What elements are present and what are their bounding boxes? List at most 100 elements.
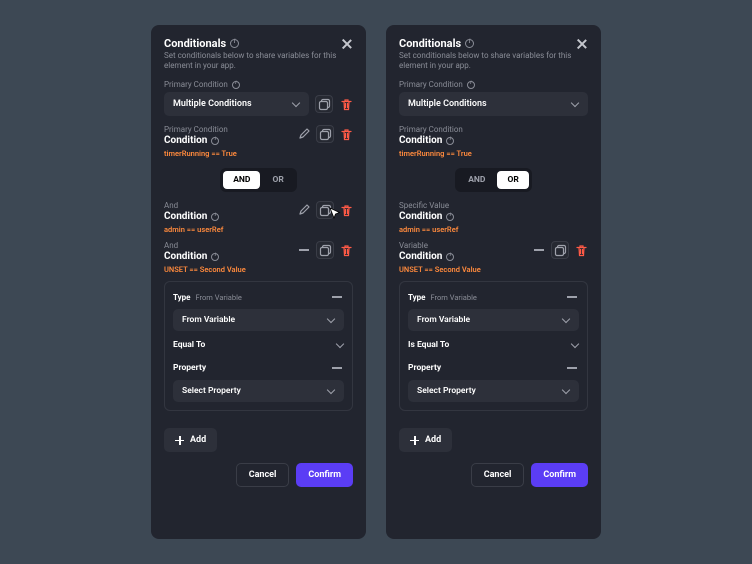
condition-block: And Condition UNSET == Second Value Type… bbox=[164, 241, 353, 411]
info-icon[interactable] bbox=[211, 213, 219, 221]
cancel-button[interactable]: Cancel bbox=[471, 463, 525, 487]
type-select[interactable]: From Variable bbox=[408, 309, 579, 331]
primary-condition-row: Multiple Conditions bbox=[164, 92, 353, 116]
chevron-down-icon bbox=[571, 341, 579, 349]
condition-label: Primary Condition bbox=[164, 125, 291, 134]
info-icon[interactable] bbox=[465, 39, 474, 48]
panel-subtitle: Set conditionals below to share variable… bbox=[399, 51, 588, 71]
delete-button[interactable] bbox=[339, 127, 353, 141]
logic-toggle: AND OR bbox=[399, 168, 588, 192]
delete-button[interactable] bbox=[574, 243, 588, 257]
info-icon[interactable] bbox=[467, 81, 475, 89]
property-select[interactable]: Select Property bbox=[173, 380, 344, 402]
close-icon[interactable] bbox=[341, 38, 353, 50]
logic-pill-group: AND OR bbox=[455, 168, 532, 192]
condition-expression: admin == userRef bbox=[399, 225, 588, 234]
copy-button[interactable] bbox=[316, 241, 334, 259]
plus-icon bbox=[175, 436, 184, 445]
copy-button[interactable] bbox=[316, 201, 334, 219]
condition-title: Condition bbox=[164, 211, 291, 223]
condition-expression: UNSET == Second Value bbox=[164, 265, 291, 274]
primary-condition-select[interactable]: Multiple Conditions bbox=[164, 92, 309, 116]
condition-editor: TypeFrom Variable From Variable Is Equal… bbox=[399, 281, 588, 411]
logic-or[interactable]: OR bbox=[497, 171, 528, 189]
condition-actions bbox=[297, 241, 353, 259]
condition-block: Variable Condition UNSET == Second Value… bbox=[399, 241, 588, 411]
logic-or[interactable]: OR bbox=[262, 171, 293, 189]
condition-block: Specific Value Condition admin == userRe… bbox=[399, 201, 588, 234]
delete-button[interactable] bbox=[339, 243, 353, 257]
info-icon[interactable] bbox=[446, 253, 454, 261]
condition-label: Specific Value bbox=[399, 201, 588, 210]
type-select[interactable]: From Variable bbox=[173, 309, 344, 331]
confirm-button[interactable]: Confirm bbox=[296, 463, 353, 487]
edit-button[interactable] bbox=[297, 127, 311, 141]
logic-and[interactable]: AND bbox=[458, 171, 495, 189]
logic-and[interactable]: AND bbox=[223, 171, 260, 189]
condition-block: And Condition admin == userRef bbox=[164, 201, 353, 234]
copy-button[interactable] bbox=[316, 125, 334, 143]
condition-title: Condition bbox=[399, 135, 588, 147]
condition-label: Variable bbox=[399, 241, 526, 250]
info-icon[interactable] bbox=[211, 137, 219, 145]
collapse-button[interactable] bbox=[297, 243, 311, 257]
property-header: Property bbox=[408, 359, 579, 377]
logic-pill-group: AND OR bbox=[220, 168, 297, 192]
condition-block: Primary Condition Condition timerRunning… bbox=[399, 125, 588, 158]
primary-condition-label: Primary Condition bbox=[164, 80, 353, 89]
panel-header: Conditionals bbox=[164, 37, 353, 50]
condition-title: Condition bbox=[399, 211, 588, 223]
edit-button[interactable] bbox=[297, 203, 311, 217]
primary-condition-select[interactable]: Multiple Conditions bbox=[399, 92, 588, 116]
minus-icon bbox=[534, 245, 544, 255]
copy-button[interactable] bbox=[551, 241, 569, 259]
type-header: TypeFrom Variable bbox=[173, 290, 344, 304]
panel-title-text: Conditionals bbox=[164, 37, 226, 50]
collapse-button[interactable] bbox=[532, 243, 546, 257]
condition-expression: timerRunning == True bbox=[164, 149, 291, 158]
collapse-button[interactable] bbox=[565, 361, 579, 375]
comparison-row[interactable]: Equal To bbox=[173, 336, 344, 354]
chevron-down-icon bbox=[562, 387, 570, 395]
condition-block: Primary Condition Condition timerRunning… bbox=[164, 125, 353, 158]
delete-button[interactable] bbox=[339, 97, 353, 111]
info-icon[interactable] bbox=[211, 253, 219, 261]
property-select[interactable]: Select Property bbox=[408, 380, 579, 402]
type-header: TypeFrom Variable bbox=[408, 290, 579, 304]
primary-condition-label: Primary Condition bbox=[399, 80, 588, 89]
chevron-down-icon bbox=[336, 341, 344, 349]
condition-title: Condition bbox=[164, 135, 291, 147]
minus-icon bbox=[567, 363, 577, 373]
collapse-button[interactable] bbox=[330, 361, 344, 375]
chevron-down-icon bbox=[571, 100, 579, 108]
info-icon[interactable] bbox=[230, 39, 239, 48]
condition-actions bbox=[532, 241, 588, 259]
cancel-button[interactable]: Cancel bbox=[236, 463, 290, 487]
info-icon[interactable] bbox=[446, 137, 454, 145]
info-icon[interactable] bbox=[232, 81, 240, 89]
delete-button[interactable] bbox=[339, 203, 353, 217]
comparison-row[interactable]: Is Equal To bbox=[408, 336, 579, 354]
condition-expression: UNSET == Second Value bbox=[399, 265, 526, 274]
copy-button[interactable] bbox=[315, 95, 333, 113]
add-button[interactable]: Add bbox=[399, 428, 452, 452]
collapse-button[interactable] bbox=[330, 290, 344, 304]
condition-title: Condition bbox=[164, 251, 291, 263]
add-button[interactable]: Add bbox=[164, 428, 217, 452]
collapse-button[interactable] bbox=[565, 290, 579, 304]
confirm-button[interactable]: Confirm bbox=[531, 463, 588, 487]
chevron-down-icon bbox=[327, 387, 335, 395]
condition-editor: TypeFrom Variable From Variable Equal To… bbox=[164, 281, 353, 411]
info-icon[interactable] bbox=[446, 213, 454, 221]
condition-label: And bbox=[164, 201, 291, 210]
condition-expression: timerRunning == True bbox=[399, 149, 588, 158]
close-icon[interactable] bbox=[576, 38, 588, 50]
chevron-down-icon bbox=[562, 316, 570, 324]
panel-footer: Cancel Confirm bbox=[164, 463, 353, 487]
panel-title: Conditionals bbox=[164, 37, 239, 50]
panel-title: Conditionals bbox=[399, 37, 474, 50]
minus-icon bbox=[332, 363, 342, 373]
conditionals-panel-or: Conditionals Set conditionals below to s… bbox=[386, 25, 601, 539]
condition-actions bbox=[297, 201, 353, 219]
plus-icon bbox=[410, 436, 419, 445]
